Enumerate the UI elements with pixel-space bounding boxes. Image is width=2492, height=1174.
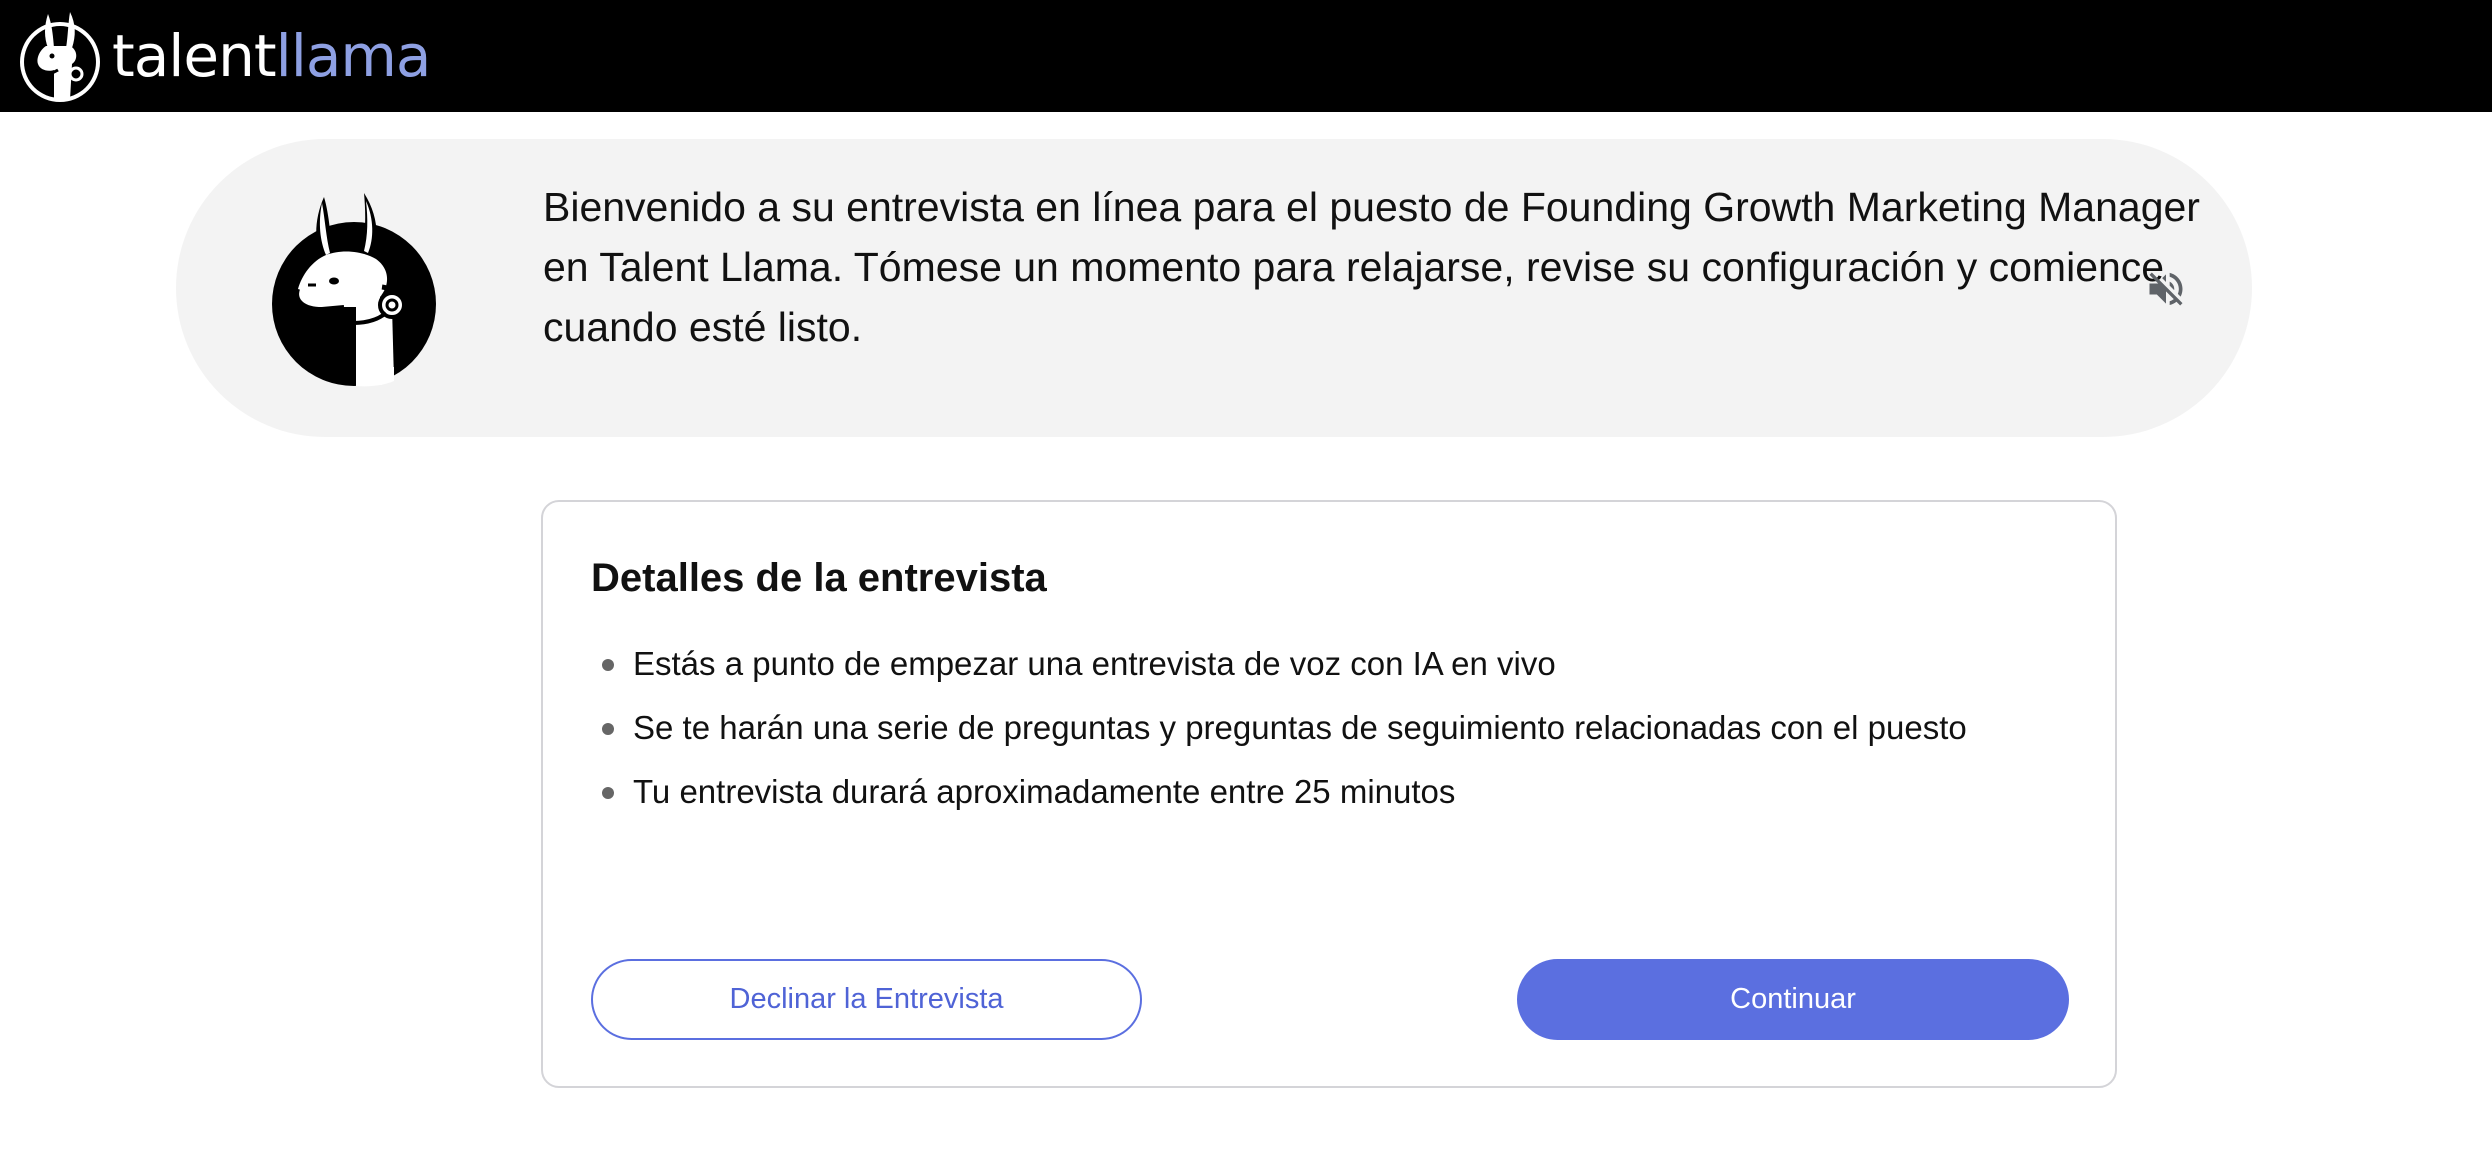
details-list: Estás a punto de empezar una entrevista …	[591, 632, 1967, 824]
decline-interview-button[interactable]: Declinar la Entrevista	[591, 959, 1142, 1040]
bullet-icon	[602, 787, 614, 799]
list-item: Tu entrevista durará aproximadamente ent…	[591, 760, 1967, 824]
brand-name-llama: llama	[275, 22, 432, 90]
details-title: Detalles de la entrevista	[591, 556, 1047, 600]
bullet-icon	[602, 659, 614, 671]
brand-name-talent: talent	[112, 22, 277, 90]
top-bar: talentllama	[0, 0, 2492, 112]
brand-name: talentllama	[112, 27, 431, 85]
continue-button[interactable]: Continuar	[1517, 959, 2069, 1040]
welcome-banner: Bienvenido a su entrevista en línea para…	[176, 139, 2252, 437]
detail-text: Se te harán una serie de preguntas y pre…	[633, 709, 1967, 746]
bullet-icon	[602, 723, 614, 735]
unmute-audio-button[interactable]	[2131, 254, 2201, 324]
interview-details-card: Detalles de la entrevista Estás a punto …	[541, 500, 2117, 1088]
list-item: Se te harán una serie de preguntas y pre…	[591, 696, 1967, 760]
detail-text: Tu entrevista durará aproximadamente ent…	[633, 773, 1456, 810]
llama-avatar-icon	[272, 193, 436, 387]
brand-logo-link[interactable]: talentllama	[18, 6, 431, 106]
list-item: Estás a punto de empezar una entrevista …	[591, 632, 1967, 696]
volume-off-icon	[2149, 272, 2183, 306]
detail-text: Estás a punto de empezar una entrevista …	[633, 645, 1556, 682]
llama-head-icon	[20, 12, 100, 102]
welcome-message: Bienvenido a su entrevista en línea para…	[543, 184, 2200, 350]
